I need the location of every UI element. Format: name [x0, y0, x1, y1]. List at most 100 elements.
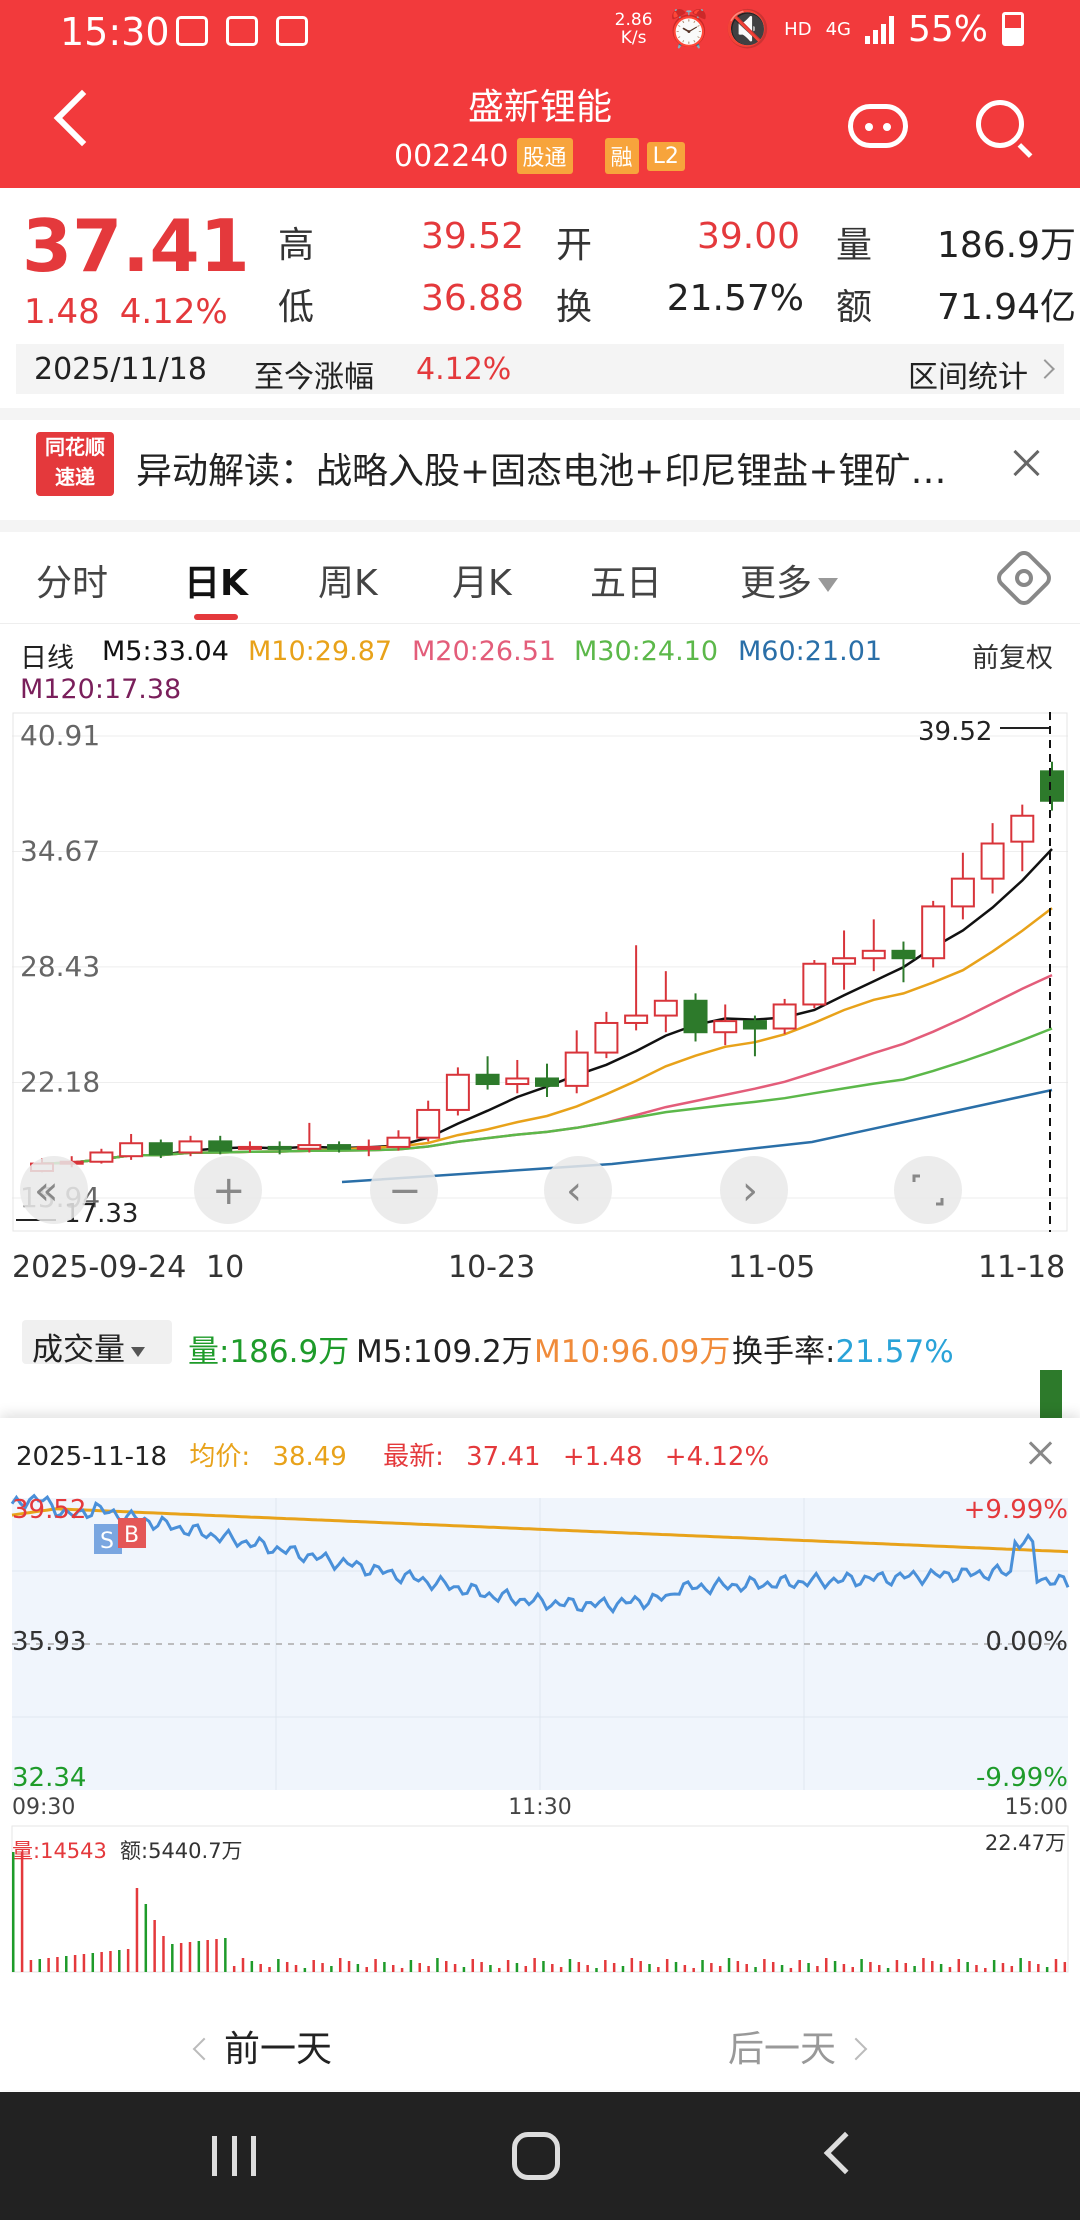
volume-bar — [303, 1968, 307, 1972]
buy-marker-label: B — [124, 1523, 139, 1548]
volume-bar — [418, 1963, 421, 1972]
volume-bar — [745, 1964, 748, 1972]
volume-bar — [356, 1964, 360, 1972]
candle-body — [742, 1020, 767, 1030]
volume-bar — [259, 1964, 262, 1972]
volume-bar — [73, 1955, 77, 1972]
candle-body — [535, 1077, 559, 1087]
volume-bar — [533, 1958, 536, 1972]
prev-day-button[interactable]: 前一天 — [192, 2020, 332, 2072]
close-icon[interactable] — [1026, 1438, 1056, 1468]
tab-weekly-k[interactable]: 周K — [318, 554, 378, 606]
x-tick: 10 — [206, 1250, 245, 1285]
ma-lines — [41, 848, 1053, 1184]
range-row[interactable]: 2025/11/18 至今涨幅 4.12% 区间统计 — [16, 344, 1064, 396]
volume-bar — [1045, 1967, 1049, 1972]
volume-bar — [409, 1960, 413, 1972]
candle-body — [980, 842, 1005, 880]
volume-bar — [904, 1963, 908, 1972]
volume-bar — [639, 1961, 642, 1972]
tab-daily-k[interactable]: 日K — [184, 554, 248, 620]
line-type-label: 日线 — [20, 643, 74, 674]
volume-bar — [966, 1962, 969, 1972]
ma5-label: M5:33.04 — [102, 636, 229, 667]
candle-body — [208, 1140, 233, 1152]
avg-price: 均价: 38.49 — [189, 1442, 347, 1472]
fullscreen-button[interactable] — [894, 1156, 962, 1224]
ma20-label: M20:26.51 — [412, 636, 557, 667]
home-icon[interactable] — [512, 2132, 560, 2180]
volume-bar — [586, 1965, 589, 1972]
ma10-label: M10:29.87 — [248, 636, 393, 667]
volume-bar — [126, 1949, 130, 1972]
back-icon[interactable] — [823, 2131, 867, 2175]
tab-more[interactable]: 更多 — [740, 554, 839, 606]
volume-bar — [436, 1958, 439, 1972]
candle-body — [327, 1144, 352, 1150]
tab-five-day[interactable]: 五日 — [590, 554, 662, 606]
volume-bar — [913, 1966, 916, 1972]
y-ticks: 40.9134.6728.4322.1815.94 — [20, 719, 100, 1214]
candle-body — [1010, 814, 1035, 843]
candle-body — [772, 1003, 797, 1030]
ma30-label: M30:24.10 — [574, 636, 719, 667]
volume-m5: M5:109.2万 — [356, 1334, 533, 1370]
news-text[interactable]: 异动解读：战略入股+固态电池+印尼锂盐+锂矿… — [136, 442, 966, 494]
candle-body — [445, 1073, 470, 1111]
volume-bar — [816, 1966, 819, 1972]
assistant-robot-icon[interactable] — [848, 104, 908, 148]
tab-monthly-k[interactable]: 月K — [452, 554, 512, 606]
y-right-mid: 0.00% — [985, 1627, 1068, 1657]
recent-apps-icon[interactable] — [212, 2136, 256, 2176]
search-icon[interactable] — [976, 100, 1024, 148]
volume-bar — [612, 1963, 616, 1972]
volume-bar — [56, 1957, 59, 1972]
candle-body — [416, 1108, 441, 1139]
candle-body — [683, 999, 708, 1034]
candle-body — [861, 949, 886, 960]
volume-bar — [38, 1959, 42, 1972]
amount-label: 额 — [836, 287, 873, 328]
mute-icon: 🔇 — [725, 9, 771, 50]
candle-body — [921, 905, 946, 960]
volume-bar — [931, 1961, 934, 1972]
volume-bar — [515, 1963, 519, 1972]
battery-icon — [1002, 12, 1024, 46]
candle-body — [624, 1014, 649, 1024]
tab-intraday[interactable]: 分时 — [36, 554, 108, 606]
volume-bar — [250, 1961, 254, 1972]
hd-label: HD — [784, 18, 812, 40]
indicator-selector[interactable]: 成交量 — [22, 1320, 172, 1368]
candle-body — [89, 1151, 114, 1163]
volume-bar — [718, 1966, 722, 1972]
adjust-mode[interactable]: 前复权 — [972, 636, 1053, 675]
volume-bar — [232, 1966, 236, 1972]
candle-body — [802, 962, 827, 1006]
next-day-button[interactable]: 后一天 — [728, 2020, 868, 2072]
since-label: 至今涨幅 — [254, 360, 374, 395]
close-icon[interactable] — [1010, 446, 1044, 480]
volume-bar — [692, 1968, 695, 1972]
volume-bar — [471, 1959, 475, 1972]
x-tick: 11-05 — [728, 1250, 816, 1285]
ma60-label: M60:21.01 — [738, 636, 883, 667]
volume-bar — [1040, 1370, 1062, 1420]
range-stats-link[interactable]: 区间统计 — [908, 352, 1028, 396]
y-right-bottom: -9.99% — [976, 1763, 1068, 1793]
intraday-header: 2025-11-18 均价: 38.49 最新: 37.41 +1.48 +4.… — [16, 1436, 797, 1473]
intraday-chart[interactable]: S B 39.52 35.93 32.34 +9.99% 0.00% -9.99… — [0, 1488, 1080, 2078]
level2-tag: L2 — [646, 141, 685, 171]
candlestick-chart[interactable]: 40.9134.6728.4322.1815.94 39.52 17.33 « … — [12, 712, 1068, 1232]
volume-bar — [860, 1959, 863, 1972]
news-banner[interactable]: 同花顺 速递 异动解读：战略入股+固态电池+印尼锂盐+锂矿… — [0, 420, 1080, 520]
candle-body — [356, 1145, 381, 1150]
volume-legend: 成交量 量:186.9万 M5:109.2万 M10:96.09万 换手率:21… — [22, 1320, 1062, 1370]
volume-bar — [1054, 1959, 1058, 1972]
volume-bar — [922, 1958, 925, 1972]
volume-bar — [224, 1938, 227, 1972]
volume-bar — [833, 1961, 837, 1972]
volume-bar — [427, 1966, 430, 1972]
volume-bar — [374, 1959, 377, 1972]
volume-bar — [20, 1852, 24, 1972]
volume-bar — [162, 1936, 165, 1972]
